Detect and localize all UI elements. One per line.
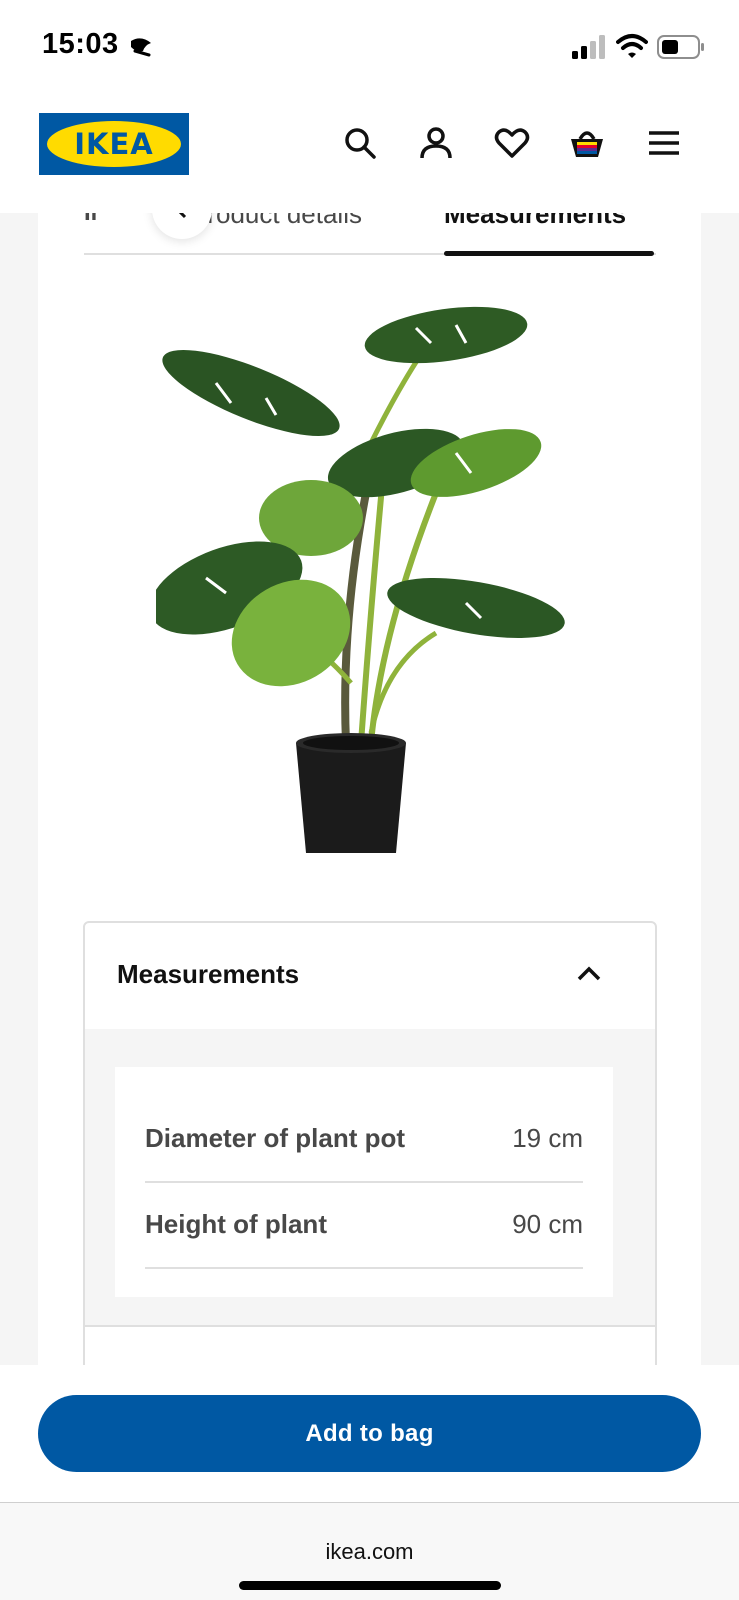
product-tabs: Ir Product details Measurements [84, 213, 656, 256]
add-to-bag-button[interactable]: Add to bag [38, 1395, 701, 1472]
moon-icon [131, 38, 151, 57]
measurement-label: Diameter of plant pot [145, 1123, 406, 1153]
accordion-body: Diameter of plant pot 19 cm Height of pl… [85, 1029, 655, 1325]
accordion-title[interactable]: Measurements [117, 959, 299, 990]
chevron-up-icon[interactable] [575, 963, 603, 983]
status-bar: 15:03 [0, 0, 739, 95]
measurement-row: Diameter of plant pot 19 cm [145, 1097, 583, 1183]
tab-measurements[interactable]: Measurements [444, 213, 626, 230]
heart-icon[interactable] [494, 125, 530, 161]
status-time: 15:03 [42, 28, 119, 60]
measurement-label: Height of plant [145, 1209, 327, 1239]
measurements-accordion: Measurements Diameter of plant pot 19 cm… [83, 921, 657, 1365]
site-header: IKEA [0, 95, 739, 213]
url-text[interactable]: ikea.com [0, 1539, 739, 1565]
wifi-icon [616, 34, 648, 58]
product-content: Ir Product details Measurements [38, 213, 701, 1365]
tab-scroll-back-button[interactable] [152, 213, 212, 239]
browser-address-bar: ikea.com [0, 1502, 739, 1600]
plant-image [156, 306, 565, 853]
tab-clipped[interactable]: Ir [84, 213, 100, 227]
menu-icon[interactable] [646, 125, 682, 161]
measurements-list: Diameter of plant pot 19 cm Height of pl… [115, 1067, 613, 1297]
tab-product-details[interactable]: Product details [190, 213, 362, 230]
battery-icon [657, 35, 704, 59]
chevron-left-icon [178, 213, 187, 219]
measurement-row: Height of plant 90 cm [145, 1183, 583, 1269]
user-icon[interactable] [418, 125, 454, 161]
measurement-value: 90 cm [512, 1209, 583, 1239]
home-indicator[interactable] [239, 1581, 501, 1590]
sticky-cta-bar: Add to bag [0, 1365, 739, 1502]
signal-icon [572, 35, 605, 59]
accordion-divider [85, 1325, 655, 1327]
basket-icon[interactable] [569, 125, 605, 161]
ikea-logo[interactable]: IKEA [39, 113, 189, 175]
search-icon[interactable] [342, 125, 378, 161]
tab-active-indicator [444, 251, 654, 256]
measurement-value: 19 cm [512, 1123, 583, 1153]
logo-text: IKEA [74, 127, 154, 161]
